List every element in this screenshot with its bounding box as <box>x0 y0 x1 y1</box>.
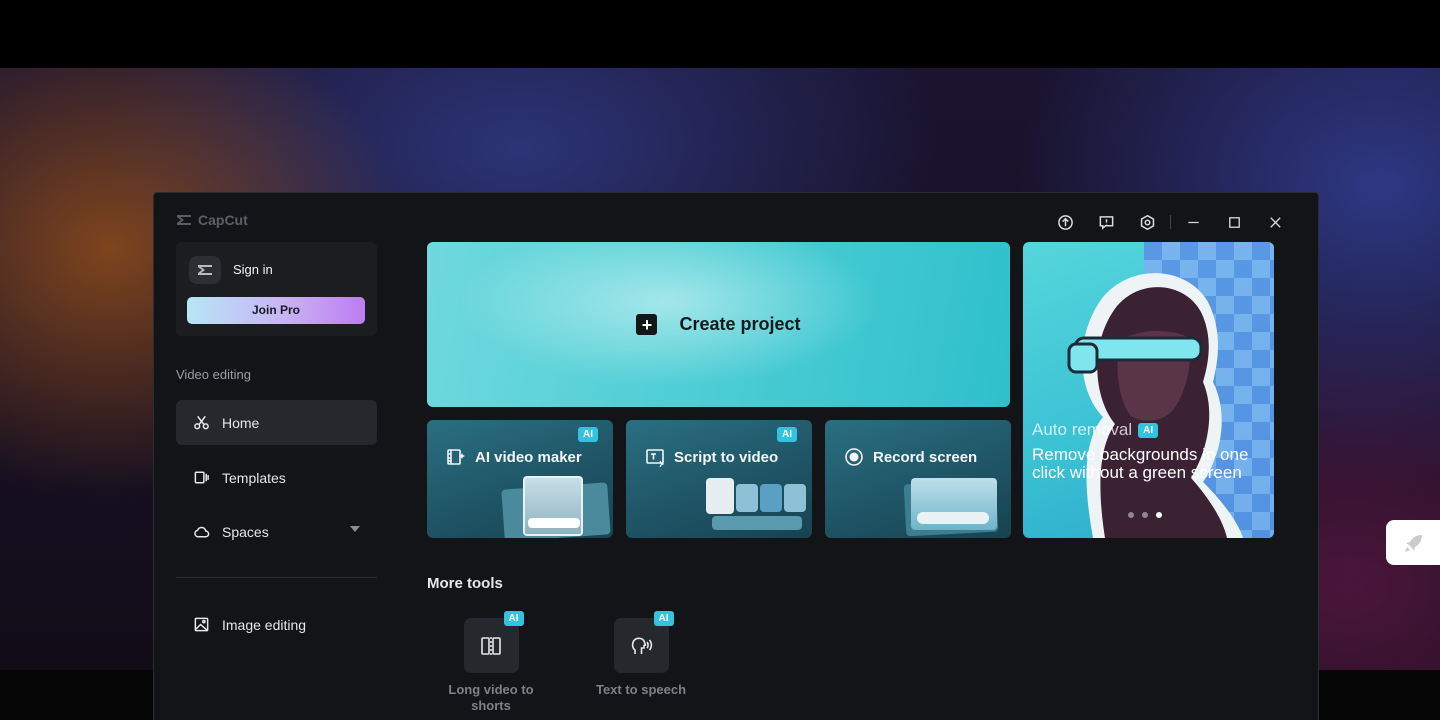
promo-banner[interactable]: Auto removal AI Remove backgrounds in on… <box>1023 242 1274 538</box>
banner-subtitle-text: Auto removal <box>1032 420 1133 439</box>
script-thumbnail-frame-1 <box>736 484 758 512</box>
window-controls <box>1045 211 1296 233</box>
ai-video-thumbnail-caption <box>528 518 580 528</box>
maximize-icon[interactable] <box>1214 211 1255 233</box>
sidebar-item-label: Spaces <box>222 523 269 540</box>
image-icon <box>194 617 209 632</box>
ai-badge: AI <box>777 427 797 442</box>
floating-assistant-button[interactable] <box>1386 520 1440 565</box>
sidebar-item-spaces[interactable]: Spaces <box>176 509 377 554</box>
create-project-button[interactable]: + Create project <box>427 242 1010 407</box>
ai-video-maker-title: AI video maker <box>446 447 582 467</box>
join-pro-button[interactable]: Join Pro <box>187 297 365 324</box>
rocket-icon <box>1405 534 1422 552</box>
long-video-to-shorts-tool[interactable]: AI Long video to shorts <box>436 611 546 714</box>
scissors-icon <box>194 415 209 430</box>
script-thumbnail-timeline <box>712 516 802 530</box>
script-thumbnail-doc <box>706 478 734 514</box>
script-thumbnail-frame-3 <box>784 484 806 512</box>
long-video-icon <box>481 636 501 655</box>
ai-video-maker-label: AI video maker <box>475 448 582 466</box>
account-card: Sign in Join Pro <box>176 242 377 336</box>
sidebar-item-label: Image editing <box>222 616 307 633</box>
ai-badge: AI <box>653 611 674 626</box>
controls-separator <box>1170 215 1171 229</box>
portrait-illustration <box>1067 273 1243 538</box>
capcut-avatar-icon <box>198 265 212 275</box>
video-editing-section-label: Video editing <box>176 367 251 382</box>
ai-badge: AI <box>578 427 598 442</box>
script-to-video-card[interactable]: AI Script to video <box>626 420 812 538</box>
settings-icon[interactable] <box>1127 211 1168 233</box>
speech-head-icon <box>631 637 653 654</box>
feedback-icon[interactable] <box>1086 211 1127 233</box>
carousel-dot-active[interactable] <box>1156 512 1162 518</box>
text-to-speech-label: Text to speech <box>595 682 687 697</box>
carousel-dots <box>1128 512 1162 518</box>
text-to-speech-icon-box: AI <box>613 611 674 673</box>
carousel-dot[interactable] <box>1128 512 1134 518</box>
create-project-label: Create project <box>679 314 801 334</box>
ai-badge: AI <box>503 611 524 626</box>
long-video-tool-icon-box: AI <box>463 611 524 673</box>
close-icon[interactable] <box>1255 211 1296 233</box>
capcut-logo-icon <box>177 215 191 225</box>
script-to-video-label: Script to video <box>674 448 779 466</box>
sidebar-item-home[interactable]: Home <box>176 400 377 445</box>
record-screen-title: Record screen <box>844 447 977 467</box>
sidebar-item-image-editing[interactable]: Image editing <box>176 602 377 647</box>
chevron-down-icon[interactable] <box>350 526 360 532</box>
banner-subtitle: Auto removal AI <box>1032 420 1159 440</box>
record-thumbnail-toolbar <box>917 512 989 524</box>
cloud-icon <box>194 526 210 538</box>
script-icon <box>646 449 665 467</box>
ai-video-maker-card[interactable]: AI AI video maker <box>427 420 613 538</box>
sidebar-divider <box>176 577 377 578</box>
upload-icon[interactable] <box>1045 211 1086 233</box>
banner-description: Remove backgrounds in one click without … <box>1032 445 1249 482</box>
plus-icon: + <box>636 314 658 335</box>
sidebar-item-templates[interactable]: Templates <box>176 455 377 500</box>
record-screen-card[interactable]: Record screen <box>825 420 1011 538</box>
ai-badge: AI <box>1138 422 1159 438</box>
script-to-video-title: Script to video <box>645 447 778 467</box>
text-to-speech-tool[interactable]: AI Text to speech <box>586 611 696 698</box>
sidebar-item-label: Templates <box>222 469 286 486</box>
record-icon <box>845 448 863 466</box>
script-thumbnail-frame-2 <box>760 484 782 512</box>
avatar[interactable] <box>189 256 221 284</box>
app-name: CapCut <box>198 212 248 228</box>
sidebar-item-label: Home <box>222 414 260 431</box>
sign-in-link[interactable]: Sign in <box>233 262 273 277</box>
long-video-to-shorts-label: Long video to shorts <box>448 682 534 713</box>
capcut-window: CapCut Sign in Join Pro Video editing Ho… <box>153 192 1319 720</box>
app-logo: CapCut <box>176 212 248 228</box>
carousel-dot[interactable] <box>1142 512 1148 518</box>
minimize-icon[interactable] <box>1173 211 1214 233</box>
more-tools-title: More tools <box>427 575 503 592</box>
ai-video-icon <box>447 449 465 465</box>
template-icon <box>194 471 209 484</box>
record-screen-label: Record screen <box>873 448 978 466</box>
